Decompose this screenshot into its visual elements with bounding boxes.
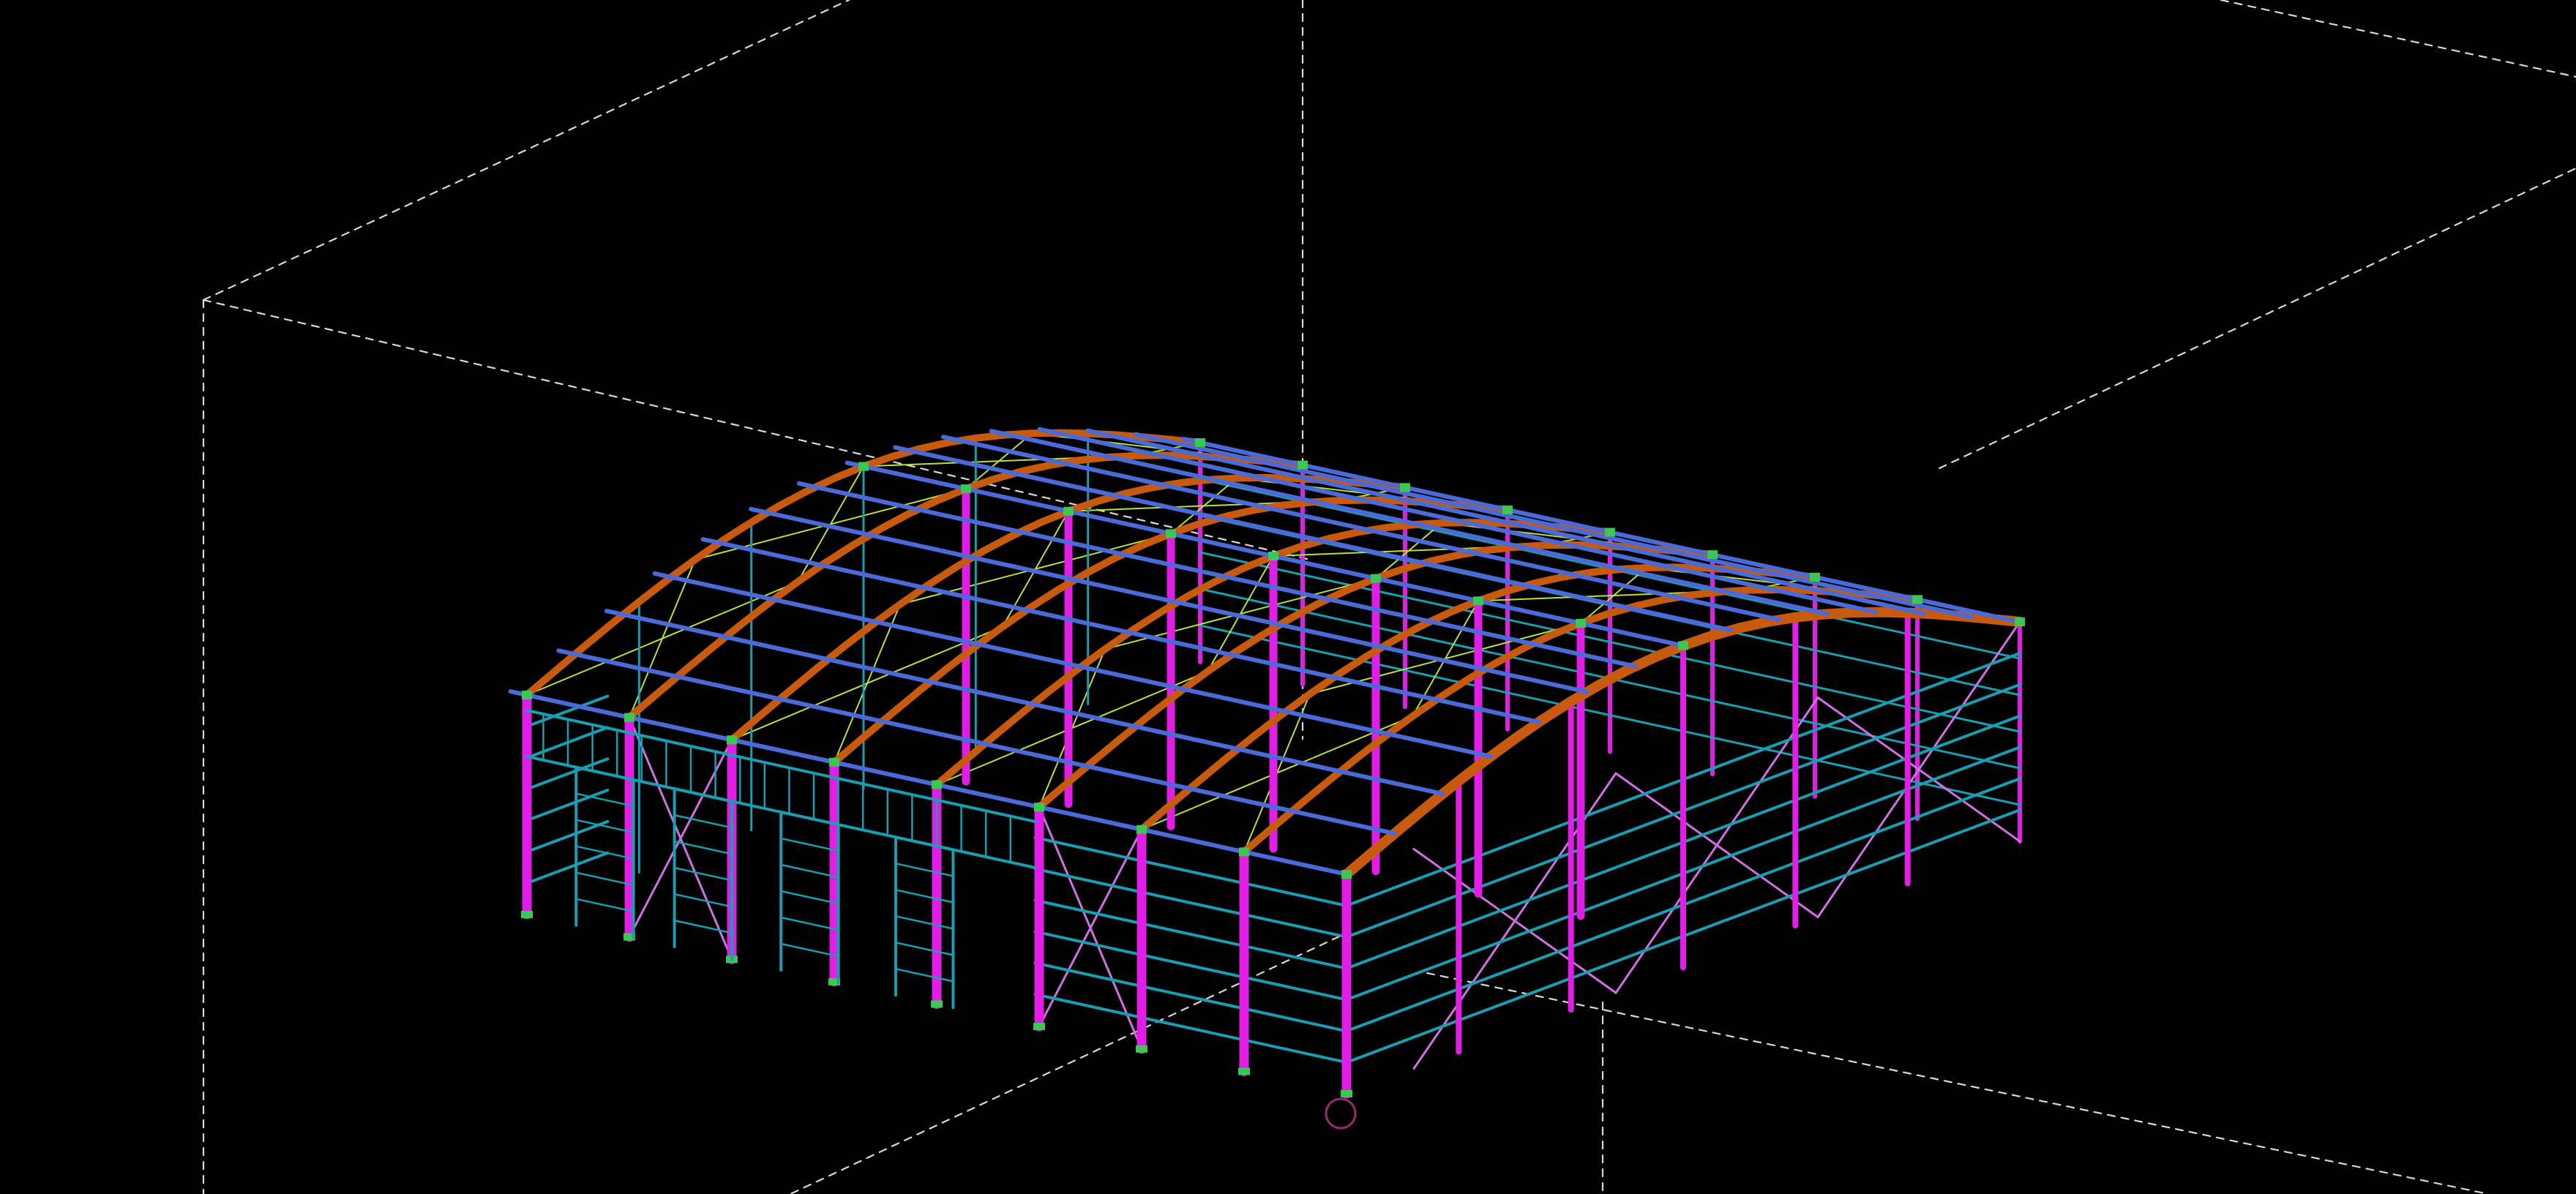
connection-plate (1341, 870, 1352, 879)
view-box-edge (202, 0, 850, 301)
door-rung (894, 968, 954, 983)
door-rung (673, 893, 733, 908)
roof-purlin (1037, 427, 1878, 615)
view-box-edge (1426, 972, 2490, 1194)
left-girt (525, 789, 610, 822)
connection-plate (829, 757, 839, 767)
base-plate (1341, 1090, 1352, 1097)
base-plate (1238, 1067, 1250, 1075)
circle-marker-icon[interactable] (1325, 1097, 1357, 1130)
base-plate (1033, 1023, 1045, 1031)
base-plate (931, 1000, 943, 1008)
view-box-edge (1938, 167, 2576, 470)
connection-plate (1166, 529, 1176, 538)
base-plate (521, 911, 533, 918)
door-rung (673, 840, 733, 855)
connection-plate (858, 462, 869, 471)
connection-plate (1678, 641, 1688, 650)
front-girt (1033, 836, 1348, 907)
front-girt (1033, 961, 1348, 1033)
connection-plate (1371, 574, 1381, 583)
model-canvas[interactable] (0, 0, 2576, 1194)
front-girt (1033, 867, 1348, 939)
door-rung (894, 942, 954, 956)
door-rung (673, 866, 733, 882)
left-girt (525, 851, 610, 885)
connection-plate (2015, 617, 2025, 626)
door-rung (673, 919, 733, 934)
wall-brace (1038, 806, 1143, 1051)
connection-plate (1576, 618, 1586, 628)
connection-plate (1063, 506, 1074, 516)
connection-plate (1473, 596, 1483, 606)
connection-plate (1268, 552, 1278, 560)
left-girt (525, 819, 610, 854)
door-rung (894, 863, 954, 877)
connection-plate (1605, 527, 1615, 537)
connection-plate (1912, 595, 1922, 604)
connection-plate (522, 691, 532, 699)
front-girt (1033, 930, 1348, 1002)
wall-brace (628, 716, 733, 961)
connection-plate (1137, 825, 1147, 834)
front-girt (1033, 898, 1348, 970)
ucs-origin-marker[interactable] (1325, 1097, 1357, 1130)
door-rung (673, 814, 733, 829)
connection-plate (1707, 550, 1718, 560)
connection-plate (1239, 847, 1249, 857)
door-rung (894, 889, 954, 904)
model-viewport[interactable] (0, 0, 2576, 1194)
connection-plate (1810, 572, 1820, 582)
view-box-edge (2220, 0, 2576, 78)
door-rung (894, 915, 954, 930)
connection-plate (1502, 505, 1513, 514)
connection-plate (1400, 483, 1410, 492)
roof-purlin (508, 689, 1349, 876)
door-openings (525, 709, 1037, 1010)
connection-plate (932, 780, 942, 789)
connection-plate (1298, 460, 1308, 470)
connection-plate (1034, 803, 1044, 812)
connection-plate (727, 735, 737, 745)
connection-plate (1195, 438, 1205, 447)
roof-purlin (652, 571, 1494, 759)
front-girt (1033, 993, 1348, 1065)
connection-plate (961, 484, 971, 494)
connection-plate (624, 713, 634, 722)
base-plate (1136, 1045, 1147, 1053)
